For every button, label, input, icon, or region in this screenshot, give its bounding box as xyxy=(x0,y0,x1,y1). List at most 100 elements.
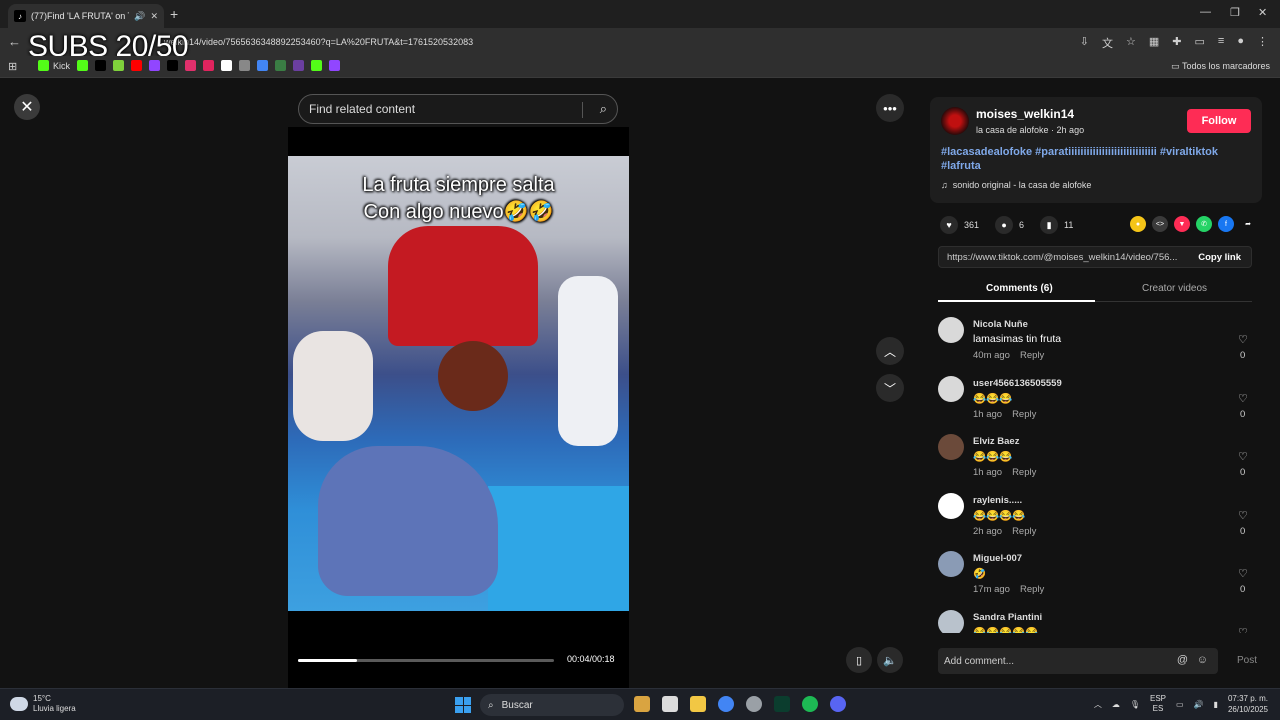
menu-kebab-icon[interactable]: ⋮ xyxy=(1257,35,1268,51)
heart-outline-icon[interactable]: ♡ xyxy=(1238,509,1248,522)
previous-video-button[interactable]: ︿ xyxy=(876,337,904,365)
reply-button[interactable]: Reply xyxy=(1012,526,1036,537)
chrome-icon[interactable] xyxy=(718,696,734,712)
translate-icon[interactable]: 文 xyxy=(1102,35,1113,51)
address-bar[interactable]: welkin14/video/7565636348892253460?q=LA%… xyxy=(40,32,1100,52)
facebook-icon[interactable]: f xyxy=(1218,216,1234,232)
next-video-button[interactable]: ﹀ xyxy=(876,374,904,402)
commenter-avatar[interactable] xyxy=(938,609,964,633)
reply-button[interactable]: Reply xyxy=(1020,584,1044,595)
reply-button[interactable]: Reply xyxy=(1020,350,1044,361)
heart-outline-icon[interactable]: ♡ xyxy=(1238,450,1248,463)
split-view-icon[interactable]: ▭ xyxy=(1195,35,1205,51)
video-progress-bar[interactable] xyxy=(298,659,554,662)
bookmark-item[interactable] xyxy=(275,60,287,71)
post-comment-button[interactable]: Post xyxy=(1237,655,1257,666)
back-arrow-icon[interactable]: ← xyxy=(8,34,21,49)
task-view-icon[interactable] xyxy=(662,696,678,712)
video-link-field[interactable]: https://www.tiktok.com/@moises_welkin14/… xyxy=(938,246,1252,268)
author-avatar[interactable] xyxy=(941,107,969,135)
share-arrow-icon[interactable]: ➦ xyxy=(1240,216,1256,232)
reply-button[interactable]: Reply xyxy=(1012,467,1036,478)
bookmark-item[interactable] xyxy=(293,60,305,71)
taskbar-search[interactable]: ⌕ Buscar xyxy=(480,694,624,716)
commenter-avatar[interactable] xyxy=(938,434,964,460)
video-player[interactable]: La fruta siempre salta Con algo nuevo🤣🤣 … xyxy=(288,127,629,688)
comment-icon[interactable]: ● xyxy=(995,216,1014,234)
taskbar-widget-icon[interactable] xyxy=(634,696,650,712)
browser-tab[interactable]: ♪ (77)Find 'LA FRUTA' on TikTok 🔊 ✕ xyxy=(8,4,164,28)
onedrive-icon[interactable]: ☁ xyxy=(1112,700,1120,709)
bookmark-item[interactable] xyxy=(149,60,161,71)
language-indicator[interactable]: ESP ES xyxy=(1150,694,1166,714)
microphone-icon[interactable]: 🎙 xyxy=(1130,700,1140,709)
volume-icon[interactable]: 🔈 xyxy=(877,647,903,673)
install-icon[interactable]: ⇩ xyxy=(1080,35,1089,51)
commenter-avatar[interactable] xyxy=(938,375,964,402)
extension-icon[interactable]: ▦ xyxy=(1149,35,1159,51)
commenter-avatar[interactable] xyxy=(938,551,964,577)
bookmark-icon[interactable]: ▮ xyxy=(1040,216,1059,234)
bookmark-item[interactable] xyxy=(329,60,341,71)
reply-button[interactable]: Reply xyxy=(1012,409,1036,420)
discord-icon[interactable] xyxy=(830,696,846,712)
bookmark-item[interactable] xyxy=(203,60,215,71)
heart-outline-icon[interactable]: ♡ xyxy=(1238,392,1248,405)
commenter-name[interactable]: user4566136505559 xyxy=(973,378,1062,389)
puzzle-icon[interactable]: ✚ xyxy=(1172,35,1181,51)
follow-button[interactable]: Follow xyxy=(1187,109,1251,133)
star-icon[interactable]: ☆ xyxy=(1126,35,1136,51)
heart-outline-icon[interactable]: ♡ xyxy=(1238,567,1248,580)
bookmark-item[interactable] xyxy=(239,60,251,71)
window-close-icon[interactable]: ✕ xyxy=(1258,6,1267,19)
bookmark-item[interactable] xyxy=(131,60,143,71)
commenter-name[interactable]: Miguel-007 xyxy=(973,553,1022,564)
terminal-icon[interactable] xyxy=(774,696,790,712)
author-username[interactable]: moises_welkin14 xyxy=(976,107,1074,121)
windows-start-icon[interactable] xyxy=(455,697,471,713)
miniplayer-icon[interactable]: ▯ xyxy=(846,647,872,673)
tab-creator-videos[interactable]: Creator videos xyxy=(1142,283,1207,294)
video-frame[interactable]: La fruta siempre salta Con algo nuevo🤣🤣 xyxy=(288,156,629,611)
new-tab-icon[interactable]: + xyxy=(170,6,178,22)
bookmark-item[interactable] xyxy=(95,60,107,71)
minimize-icon[interactable]: — xyxy=(1200,6,1211,18)
restore-icon[interactable]: ❐ xyxy=(1230,6,1240,19)
close-video-button[interactable]: ✕ xyxy=(14,94,40,120)
bookmark-item[interactable] xyxy=(257,60,269,71)
speaker-icon[interactable]: 🔊 xyxy=(134,11,145,22)
all-bookmarks[interactable]: ▭ Todos los marcadores xyxy=(1171,61,1270,72)
related-search-input[interactable]: Find related content ⌕ xyxy=(298,94,618,124)
send-icon[interactable]: ▼ xyxy=(1174,216,1190,232)
emoji-icon[interactable]: ☺ xyxy=(1197,654,1208,666)
copy-link-button[interactable]: Copy link xyxy=(1198,252,1241,263)
clock[interactable]: 07:37 p. m. 26/10/2025 xyxy=(1228,693,1268,715)
media-icon[interactable]: ≡ xyxy=(1218,35,1224,51)
battery-icon[interactable]: ▮ xyxy=(1214,700,1218,709)
apps-grid-icon[interactable]: ⊞ xyxy=(8,60,17,73)
coin-icon[interactable]: ● xyxy=(1130,216,1146,232)
spotify-icon[interactable] xyxy=(802,696,818,712)
bookmark-item[interactable]: Kick xyxy=(38,60,70,71)
bookmark-item[interactable] xyxy=(167,60,179,71)
network-icon[interactable]: ▭ xyxy=(1176,700,1184,709)
whatsapp-icon[interactable]: ✆ xyxy=(1196,216,1212,232)
post-hashtags[interactable]: #lacasadealofoke #paratiiiiiiiiiiiiiiiii… xyxy=(941,145,1251,173)
more-options-button[interactable]: ••• xyxy=(876,94,904,122)
tab-comments[interactable]: Comments (6) xyxy=(986,283,1053,294)
heart-icon[interactable]: ♥ xyxy=(940,216,958,234)
heart-outline-icon[interactable]: ♡ xyxy=(1238,333,1248,346)
search-icon[interactable]: ⌕ xyxy=(600,101,607,117)
profile-avatar-icon[interactable]: ● xyxy=(1237,35,1244,51)
tab-close-icon[interactable]: ✕ xyxy=(150,11,158,22)
commenter-name[interactable]: Elviz Baez xyxy=(973,436,1019,447)
chevron-up-icon[interactable]: ︿ xyxy=(1094,699,1102,710)
bookmark-item[interactable] xyxy=(113,60,125,71)
comment-list[interactable]: Nicola Nuñe lamasimas tin fruta 40m ago Rep… xyxy=(938,311,1256,633)
sound-info[interactable]: ♫ sonido original - la casa de alofoke xyxy=(941,180,1091,190)
add-comment-input[interactable]: Add comment... @ ☺ xyxy=(938,648,1218,674)
embed-icon[interactable]: <> xyxy=(1152,216,1168,232)
commenter-name[interactable]: Nicola Nuñe xyxy=(973,319,1028,330)
bookmark-item[interactable] xyxy=(221,60,233,71)
mention-icon[interactable]: @ xyxy=(1177,654,1188,666)
